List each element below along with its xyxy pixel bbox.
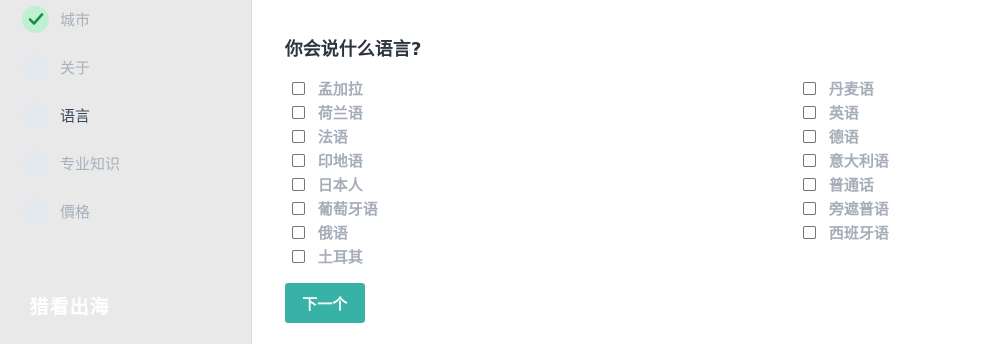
step-label: 價格 [60, 202, 91, 221]
step-expertise[interactable]: 专业知识 [22, 149, 120, 177]
step-circle [22, 197, 49, 225]
step-label: 关于 [60, 58, 91, 77]
checkbox[interactable] [803, 225, 816, 239]
language-option[interactable]: 丹麦语 [803, 76, 889, 100]
language-option[interactable]: 日本人 [292, 172, 378, 196]
step-label: 语言 [60, 106, 91, 125]
language-option[interactable]: 旁遮普语 [803, 196, 889, 220]
language-label: 荷兰语 [318, 103, 364, 122]
brand-logo: 猎看出海 [30, 296, 111, 318]
language-option[interactable]: 西班牙语 [803, 220, 889, 244]
checkbox[interactable] [803, 129, 816, 143]
next-button[interactable]: 下一个 [285, 283, 365, 323]
checkbox[interactable] [292, 129, 305, 143]
language-option[interactable]: 英语 [803, 100, 889, 124]
step-circle [22, 53, 49, 81]
language-label: 英语 [829, 103, 860, 122]
language-label: 意大利语 [829, 151, 890, 170]
step-language[interactable]: 语言 [22, 101, 120, 129]
checkbox[interactable] [803, 81, 816, 95]
language-option[interactable]: 法语 [292, 124, 378, 148]
language-option[interactable]: 葡萄牙语 [292, 196, 378, 220]
language-label: 日本人 [318, 175, 364, 194]
language-option[interactable]: 孟加拉 [292, 76, 378, 100]
checkbox[interactable] [803, 177, 816, 191]
language-list-left: 孟加拉 荷兰语 法语 印地语 日本人 葡萄牙语 俄语 土耳其 [292, 76, 378, 268]
main-panel: 你会说什么语言? 孟加拉 荷兰语 法语 印地语 日本人 葡萄牙语 俄语 土耳其 … [253, 0, 991, 344]
sidebar: 城市 关于 语言 专业知识 價格 猎看出海 [0, 0, 252, 344]
language-option[interactable]: 德语 [803, 124, 889, 148]
language-label: 土耳其 [318, 247, 364, 266]
checkbox[interactable] [292, 153, 305, 167]
checkbox[interactable] [803, 105, 816, 119]
language-list-right: 丹麦语 英语 德语 意大利语 普通话 旁遮普语 西班牙语 [803, 76, 889, 244]
step-circle [22, 101, 49, 129]
language-label: 孟加拉 [318, 79, 364, 98]
checkbox[interactable] [292, 177, 305, 191]
page-title: 你会说什么语言? [285, 39, 422, 60]
language-option[interactable]: 意大利语 [803, 148, 889, 172]
checkbox[interactable] [292, 225, 305, 239]
language-option[interactable]: 土耳其 [292, 244, 378, 268]
language-label: 西班牙语 [829, 223, 890, 242]
step-circle [22, 149, 49, 177]
language-option[interactable]: 荷兰语 [292, 100, 378, 124]
step-city[interactable]: 城市 [22, 5, 120, 33]
language-option[interactable]: 印地语 [292, 148, 378, 172]
step-label: 专业知识 [60, 154, 121, 173]
step-label: 城市 [60, 10, 91, 29]
language-option[interactable]: 俄语 [292, 220, 378, 244]
step-complete-circle [22, 5, 49, 33]
language-option[interactable]: 普通话 [803, 172, 889, 196]
checkbox[interactable] [292, 81, 305, 95]
step-price[interactable]: 價格 [22, 197, 120, 225]
language-label: 俄语 [318, 223, 349, 242]
step-list: 城市 关于 语言 专业知识 價格 [22, 5, 120, 245]
step-about[interactable]: 关于 [22, 53, 120, 81]
language-label: 普通话 [829, 175, 875, 194]
checkbox[interactable] [292, 105, 305, 119]
checkmark-icon [28, 13, 43, 25]
checkbox[interactable] [292, 249, 305, 263]
checkbox[interactable] [803, 201, 816, 215]
checkbox[interactable] [803, 153, 816, 167]
language-label: 葡萄牙语 [318, 199, 379, 218]
language-label: 德语 [829, 127, 860, 146]
checkbox[interactable] [292, 201, 305, 215]
language-label: 法语 [318, 127, 349, 146]
language-label: 旁遮普语 [829, 199, 890, 218]
language-label: 丹麦语 [829, 79, 875, 98]
language-label: 印地语 [318, 151, 364, 170]
